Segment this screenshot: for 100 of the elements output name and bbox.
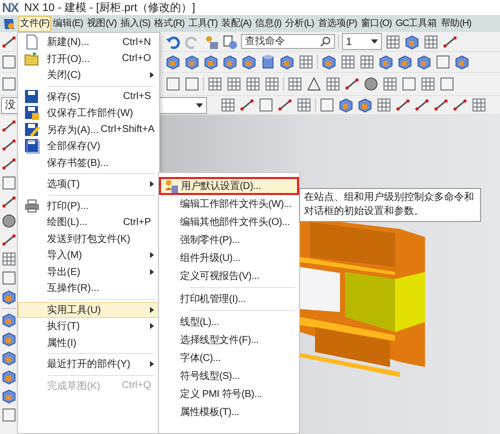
cube-icon[interactable] bbox=[165, 54, 181, 70]
menu-item[interactable]: 编辑其他部件文件头(O)... bbox=[159, 213, 299, 231]
frame-icon[interactable] bbox=[1, 407, 17, 423]
menu-item[interactable]: 打印机管理(I)... bbox=[159, 290, 299, 308]
menu-item[interactable]: 装配(A) bbox=[220, 16, 254, 32]
line-icon[interactable] bbox=[414, 97, 430, 113]
line-icon[interactable] bbox=[1, 194, 17, 210]
menu-item[interactable]: 导入(M) bbox=[18, 247, 159, 264]
menu-item[interactable]: 定义 PMI 符号(B)... bbox=[159, 385, 299, 403]
cube-icon[interactable] bbox=[222, 54, 238, 70]
menu-item[interactable]: 保存书签(B)... bbox=[18, 154, 159, 171]
frame-icon[interactable] bbox=[1, 175, 17, 191]
line-icon[interactable] bbox=[433, 97, 449, 113]
menu-item[interactable]: 导出(E) bbox=[18, 264, 159, 280]
frame-icon[interactable] bbox=[258, 97, 274, 113]
cube-icon[interactable] bbox=[357, 97, 373, 113]
line-icon[interactable] bbox=[1, 232, 17, 248]
line-icon[interactable] bbox=[1, 137, 17, 153]
frame-icon[interactable] bbox=[401, 76, 417, 92]
menu-item[interactable]: 全部保存(V) bbox=[18, 138, 159, 154]
cube-icon[interactable] bbox=[184, 54, 200, 70]
menu-item[interactable]: 属性模板(T)... bbox=[159, 403, 299, 421]
cube-icon[interactable] bbox=[454, 54, 470, 70]
line-icon[interactable] bbox=[452, 97, 468, 113]
line-icon[interactable] bbox=[1, 156, 17, 172]
menu-item[interactable]: 定义可视报告(V)... bbox=[159, 267, 299, 285]
frame-icon[interactable] bbox=[1, 270, 17, 286]
circle-icon[interactable] bbox=[363, 76, 379, 92]
menu-item[interactable]: 关闭(C) bbox=[18, 67, 159, 84]
line-icon[interactable] bbox=[344, 76, 360, 92]
grid-icon[interactable] bbox=[296, 97, 312, 113]
grid-icon[interactable] bbox=[359, 54, 375, 70]
menu-item[interactable]: 编辑(E) bbox=[51, 16, 85, 32]
circle-icon[interactable] bbox=[1, 213, 17, 229]
line-icon[interactable] bbox=[1, 34, 17, 50]
cube-icon[interactable] bbox=[1, 350, 17, 366]
menu-item[interactable]: 选项(T) bbox=[18, 176, 159, 192]
grid-icon[interactable] bbox=[376, 97, 392, 113]
line-icon[interactable] bbox=[239, 97, 255, 113]
grid-icon[interactable] bbox=[298, 54, 314, 70]
cube-icon[interactable] bbox=[397, 54, 413, 70]
grid-icon[interactable] bbox=[471, 97, 487, 113]
menu-item[interactable]: 分析(L) bbox=[283, 16, 316, 32]
cube-icon[interactable] bbox=[1, 312, 17, 328]
grid-icon[interactable] bbox=[340, 54, 356, 70]
menu-item[interactable]: 帮助(H) bbox=[438, 16, 474, 32]
cube-icon[interactable] bbox=[203, 54, 219, 70]
menu-item[interactable]: GC工具箱 bbox=[394, 16, 439, 32]
grid-icon[interactable] bbox=[420, 76, 436, 92]
grid-icon[interactable] bbox=[207, 76, 223, 92]
frame-icon[interactable] bbox=[319, 97, 335, 113]
cube-icon[interactable] bbox=[416, 54, 432, 70]
cube-icon[interactable] bbox=[1, 289, 17, 305]
cube-icon[interactable] bbox=[279, 54, 295, 70]
triangle-icon[interactable] bbox=[306, 76, 322, 92]
menu-item[interactable]: 发送到打包文件(K) bbox=[18, 230, 159, 247]
frame-icon[interactable] bbox=[165, 76, 181, 92]
grid-icon[interactable] bbox=[287, 76, 303, 92]
line-icon[interactable] bbox=[442, 34, 458, 50]
menu-item[interactable]: 窗口(O) bbox=[358, 16, 394, 32]
frame-icon[interactable] bbox=[1, 54, 17, 70]
menu-item[interactable]: 线型(L)... bbox=[159, 313, 299, 331]
menu-item[interactable]: 打印(P)... bbox=[18, 198, 159, 214]
cube-icon[interactable] bbox=[378, 54, 394, 70]
menu-item[interactable]: 强制零件(P)... bbox=[159, 231, 299, 249]
menu-item[interactable]: 实用工具(U) bbox=[18, 302, 159, 318]
cube-icon[interactable] bbox=[321, 54, 337, 70]
menu-item[interactable]: 视图(V) bbox=[84, 16, 118, 32]
menu-item[interactable]: 插入(S) bbox=[118, 16, 152, 32]
line-icon[interactable] bbox=[395, 97, 411, 113]
menu-item[interactable]: 符号线型(S)... bbox=[159, 367, 299, 385]
menu-item[interactable]: 信息(I) bbox=[253, 16, 284, 32]
menu-item[interactable]: 新建(N)... Ctrl+N bbox=[18, 34, 159, 50]
grid-icon[interactable] bbox=[226, 76, 242, 92]
cube-icon[interactable] bbox=[338, 97, 354, 113]
frame-icon[interactable] bbox=[435, 54, 451, 70]
menu-item[interactable]: 打开(O)... Ctrl+O bbox=[18, 50, 159, 67]
line-icon[interactable] bbox=[277, 97, 293, 113]
menu-item[interactable]: 组件升级(U)... bbox=[159, 249, 299, 267]
menu-item[interactable]: 互操作(R)... bbox=[18, 280, 159, 296]
layer-dropdown[interactable]: 1 bbox=[342, 33, 382, 50]
frame-icon[interactable] bbox=[1, 76, 17, 92]
cube-icon[interactable] bbox=[241, 54, 257, 70]
frame-icon[interactable] bbox=[184, 76, 200, 92]
grid-icon[interactable] bbox=[382, 76, 398, 92]
app-icon[interactable] bbox=[2, 16, 16, 30]
menu-item[interactable]: 另存为(A)... Ctrl+Shift+A bbox=[18, 122, 159, 138]
grid-icon[interactable] bbox=[264, 76, 280, 92]
menu-item[interactable]: 执行(T) bbox=[18, 318, 159, 334]
search-field[interactable]: 查找命令 bbox=[241, 34, 335, 49]
cube-icon[interactable] bbox=[404, 34, 420, 50]
cube-icon[interactable] bbox=[1, 369, 17, 385]
menu-item[interactable]: 用户默认设置(D)... bbox=[159, 177, 299, 195]
menu-item[interactable]: 仅保存工作部件(W) bbox=[18, 105, 159, 122]
menu-item[interactable]: 绘图(L)... Ctrl+P bbox=[18, 214, 159, 230]
grid-icon[interactable] bbox=[245, 76, 261, 92]
cube-icon[interactable] bbox=[1, 388, 17, 404]
menu-item[interactable]: 首选项(P) bbox=[316, 16, 359, 32]
grid-icon[interactable] bbox=[325, 76, 341, 92]
undo-icon[interactable] bbox=[165, 34, 181, 50]
